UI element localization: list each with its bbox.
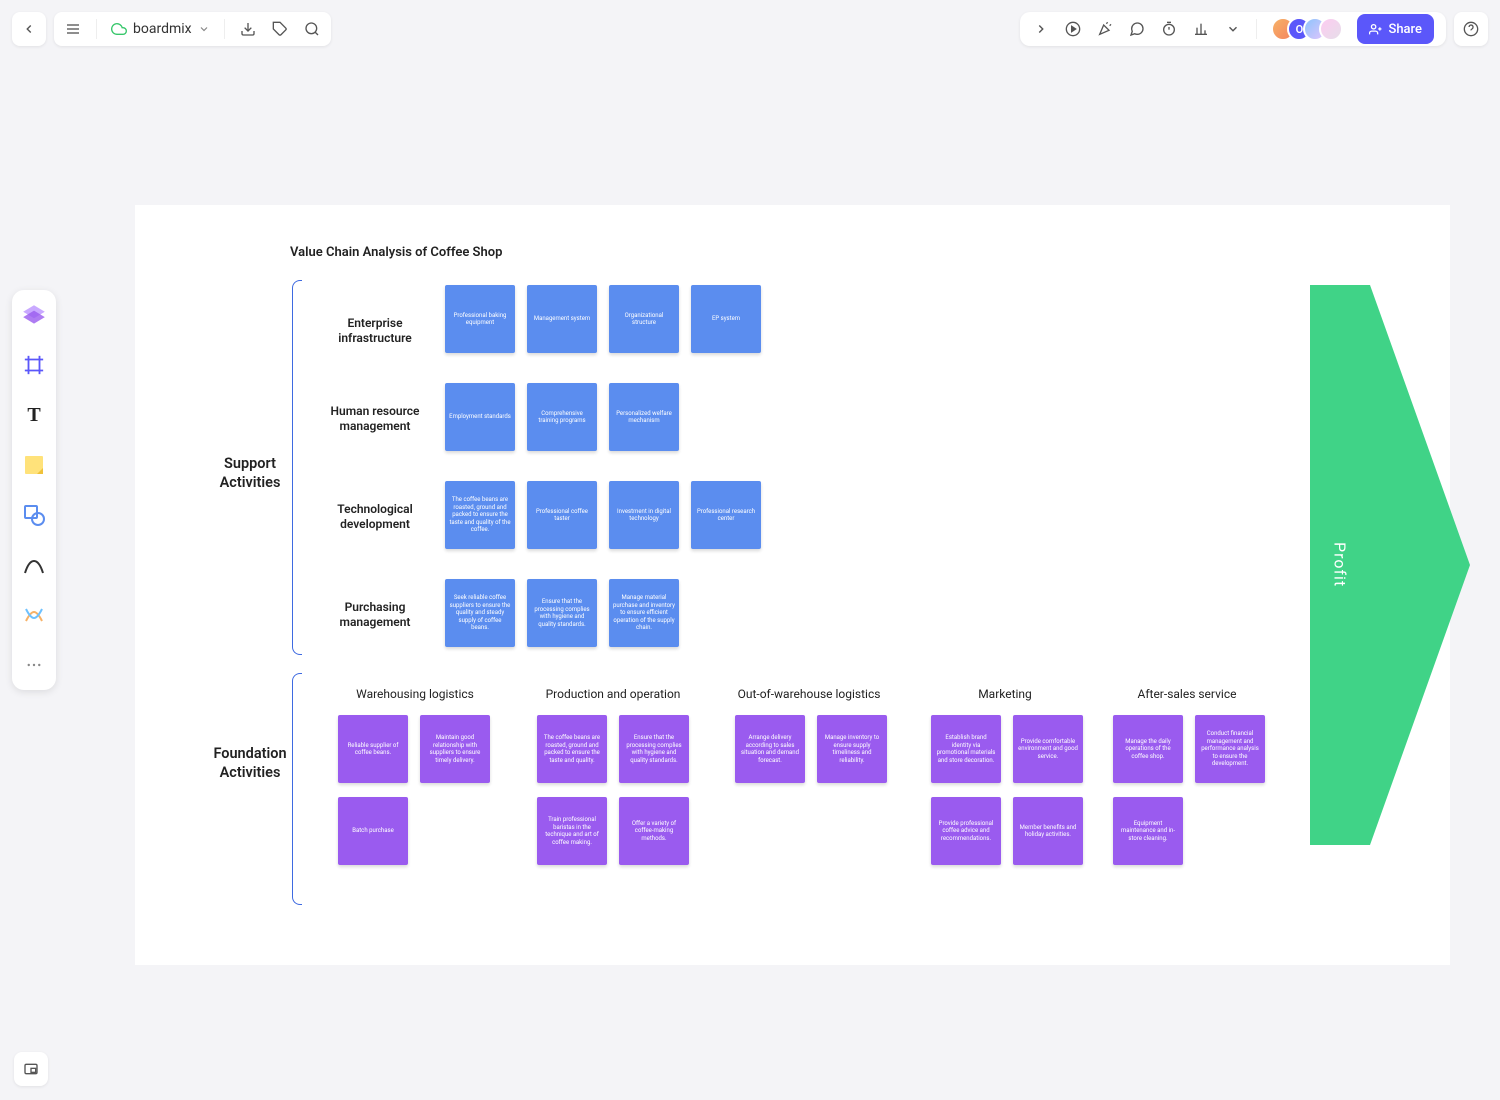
separator [1256,19,1257,39]
comment-icon[interactable] [1128,20,1146,38]
foundation-col-head: Warehousing logistics [335,687,495,701]
foundation-card[interactable]: Member benefits and holiday activities. [1013,797,1083,865]
minimap-button[interactable] [14,1052,48,1086]
shape-tool-icon[interactable] [19,500,49,530]
text-tool-icon[interactable]: T [19,400,49,430]
timer-icon[interactable] [1160,20,1178,38]
support-card[interactable]: Investment in digital technology [609,481,679,549]
menu-icon[interactable] [64,20,82,38]
support-card[interactable]: Professional research center [691,481,761,549]
support-card[interactable]: Personalized welfare mechanism [609,383,679,451]
more-chevron-icon[interactable] [1224,20,1242,38]
tool-palette: T [12,290,56,690]
share-button[interactable]: Share [1357,14,1434,44]
row-label: Technological development [315,483,435,551]
bracket-foundation [292,673,302,905]
support-card[interactable]: The coffee beans are roasted, ground and… [445,481,515,549]
foundation-card[interactable]: Manage the daily operations of the coffe… [1113,715,1183,783]
collaborator-avatars[interactable]: O [1271,17,1343,41]
chevron-right-icon[interactable] [1032,20,1050,38]
support-card[interactable]: Management system [527,285,597,353]
foundation-card[interactable]: Reliable supplier of coffee beans. [338,715,408,783]
bracket-support [292,280,302,655]
avatar[interactable] [1319,17,1343,41]
help-button[interactable] [1454,12,1488,46]
section-label-foundation: FoundationActivities [195,745,305,783]
foundation-card[interactable]: Manage inventory to ensure supply timeli… [817,715,887,783]
confetti-icon[interactable] [1096,20,1114,38]
foundation-card[interactable]: Provide comfortable environment and good… [1013,715,1083,783]
section-label-support: SupportActivities [210,455,290,493]
row-label: Enterprise infrastructure [315,297,435,365]
foundation-card[interactable]: Provide professional coffee advice and r… [931,797,1001,865]
foundation-card[interactable]: Establish brand identity via promotional… [931,715,1001,783]
document-title: boardmix [133,21,192,37]
top-right-toolbar: O Share [1020,12,1446,46]
foundation-card[interactable]: Offer a variety of coffee-making methods… [619,797,689,865]
document-title-dropdown[interactable]: boardmix [111,21,210,37]
top-left-toolbar: boardmix [54,12,331,46]
support-card[interactable]: Manage material purchase and inventory t… [609,579,679,647]
frame-tool-icon[interactable] [19,350,49,380]
connector-tool-icon[interactable] [19,600,49,630]
foundation-card[interactable]: Conduct financial management and perform… [1195,715,1265,783]
support-card[interactable]: Employment standards [445,383,515,451]
support-card[interactable]: Ensure that the processing complies with… [527,579,597,647]
support-card[interactable]: Organizational structure [609,285,679,353]
support-card[interactable]: Comprehensive training programs [527,383,597,451]
template-tool-icon[interactable] [19,300,49,330]
user-plus-icon [1369,23,1382,36]
support-card[interactable]: Seek reliable coffee suppliers to ensure… [445,579,515,647]
pen-tool-icon[interactable] [19,550,49,580]
support-card[interactable]: Professional baking equipment [445,285,515,353]
profit-arrow[interactable]: Profit [1310,285,1370,845]
foundation-card[interactable]: Arrange delivery according to sales situ… [735,715,805,783]
sticky-note-tool-icon[interactable] [19,450,49,480]
share-label: Share [1388,22,1422,37]
canvas[interactable]: Value Chain Analysis of Coffee Shop Supp… [135,205,1450,965]
foundation-card[interactable]: The coffee beans are roasted, ground and… [537,715,607,783]
diagram-title: Value Chain Analysis of Coffee Shop [290,245,502,260]
foundation-card[interactable]: Maintain good relationship with supplier… [420,715,490,783]
foundation-card[interactable]: Batch purchase [338,797,408,865]
cloud-icon [111,21,127,37]
foundation-card[interactable]: Equipment maintenance and in-store clean… [1113,797,1183,865]
chart-icon[interactable] [1192,20,1210,38]
row-label: Human resource management [315,385,435,453]
separator [224,19,225,39]
back-button[interactable] [12,12,46,46]
play-icon[interactable] [1064,20,1082,38]
row-label: Purchasing management [315,581,435,649]
foundation-card[interactable]: Ensure that the processing complies with… [619,715,689,783]
chevron-down-icon [198,23,210,35]
foundation-card[interactable]: Train professional baristas in the techn… [537,797,607,865]
support-card[interactable]: EP system [691,285,761,353]
profit-label: Profit [1331,542,1350,587]
foundation-col-head: Production and operation [533,687,693,701]
download-icon[interactable] [239,20,257,38]
foundation-col-head: After-sales service [1107,687,1267,701]
foundation-col-head: Out-of-warehouse logistics [729,687,889,701]
search-icon[interactable] [303,20,321,38]
foundation-col-head: Marketing [925,687,1085,701]
more-tools-icon[interactable] [19,650,49,680]
tag-icon[interactable] [271,20,289,38]
support-card[interactable]: Professional coffee taster [527,481,597,549]
separator [96,19,97,39]
